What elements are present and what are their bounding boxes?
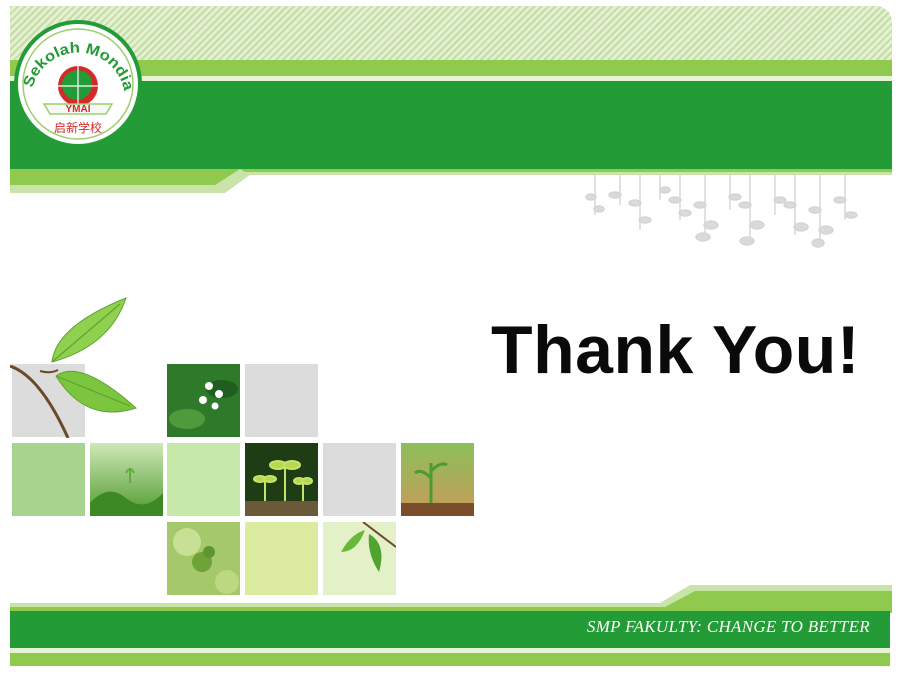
leaf-branch-icon <box>10 297 137 438</box>
tile-sprout <box>401 443 474 516</box>
tile-grey-2 <box>323 443 396 516</box>
footer-light-band <box>10 653 890 666</box>
tile-green-2 <box>167 443 240 516</box>
tile-grey-1 <box>245 364 318 437</box>
footer-swoosh <box>10 585 892 613</box>
slide-title: Thank You! <box>491 312 860 388</box>
tile-seedlings <box>245 443 318 516</box>
tile-green-1 <box>12 443 85 516</box>
footer-tagline: SMP FAKULTY: CHANGE TO BETTER <box>586 617 870 636</box>
hanging-vines-decoration <box>585 175 858 248</box>
slide: Sekolah Mondial YMAI 启新学校 Thank You! <box>0 0 900 674</box>
tile-white-flowers <box>167 364 240 437</box>
logo-banner-text: YMAI <box>66 104 91 115</box>
tile-grass <box>90 443 163 516</box>
logo-chinese-text: 启新学校 <box>54 120 102 135</box>
header-pattern-band <box>10 6 892 62</box>
header-main-band <box>10 81 892 169</box>
header-light-band <box>10 60 892 76</box>
school-logo: Sekolah Mondial YMAI 启新学校 <box>14 20 142 148</box>
